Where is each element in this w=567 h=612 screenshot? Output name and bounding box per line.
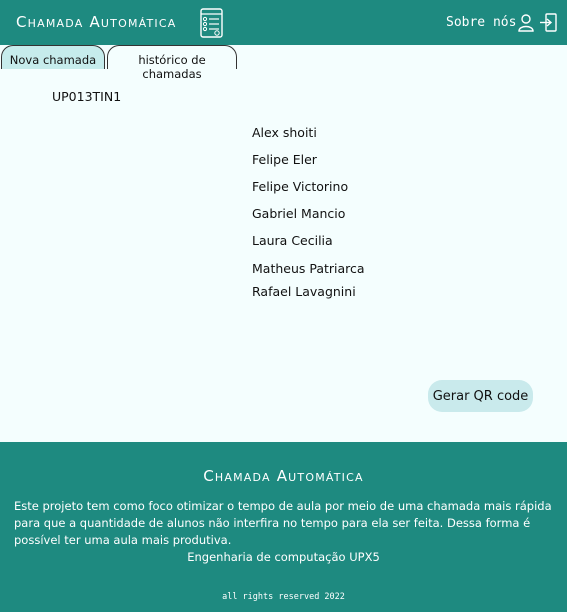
checklist-icon [200, 8, 223, 38]
footer: Chamada Automática Este projeto tem como… [0, 442, 567, 612]
footer-course: Engenharia de computação UPX5 [187, 550, 380, 564]
about-link[interactable]: Sobre nós [446, 15, 516, 30]
student-name: Laura Cecilia [252, 233, 333, 248]
student-name: Alex shoiti [252, 125, 317, 140]
student-name: Felipe Eler [252, 152, 317, 167]
top-bar: Chamada Automática Sobre nós [0, 0, 567, 45]
student-name: Gabriel Mancio [252, 206, 346, 221]
student-name: Rafael Lavagnini [252, 284, 356, 299]
tab-new-call[interactable]: Nova chamada [1, 45, 105, 69]
footer-copyright: all rights reserved 2022 [222, 592, 345, 602]
student-name: Matheus Patriarca [252, 261, 365, 276]
user-icon[interactable] [518, 14, 534, 32]
class-code: UP013TIN1 [52, 89, 122, 104]
footer-description: Este projeto tem como foco otimizar o te… [14, 499, 552, 547]
tab-call-history[interactable]: histórico de chamadas [107, 45, 237, 81]
logout-icon[interactable] [539, 13, 557, 32]
footer-title: Chamada Automática [203, 467, 364, 485]
student-name: Felipe Victorino [252, 179, 349, 194]
brand-title[interactable]: Chamada Automática [16, 13, 176, 31]
generate-qr-button[interactable]: Gerar QR code [428, 380, 533, 412]
